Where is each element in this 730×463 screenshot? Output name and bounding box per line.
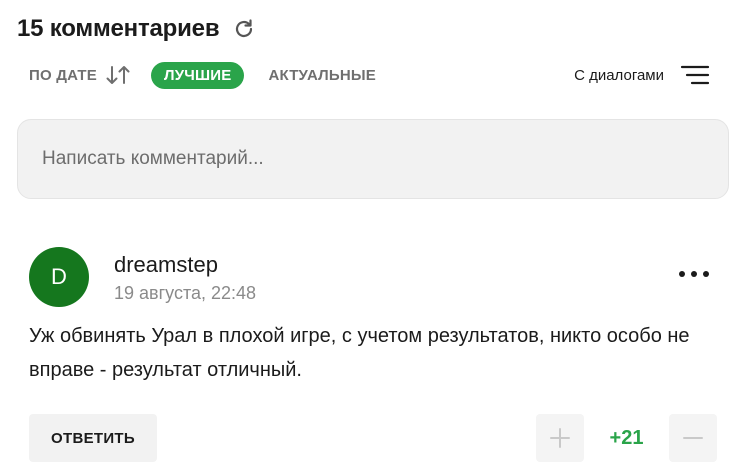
avatar[interactable]: D xyxy=(29,247,89,307)
sort-arrows-icon[interactable] xyxy=(105,64,131,86)
upvote-button[interactable] xyxy=(536,414,584,462)
sort-actual-tab[interactable]: АКТУАЛЬНЫЕ xyxy=(268,67,376,84)
plus-icon xyxy=(550,428,570,448)
more-dots-icon[interactable] xyxy=(679,267,709,281)
dialogs-filter[interactable]: С диалогами xyxy=(574,60,710,90)
dialogs-label[interactable]: С диалогами xyxy=(574,67,664,84)
downvote-button[interactable] xyxy=(669,414,717,462)
comments-title: 15 комментариев xyxy=(17,15,220,42)
sort-by-date[interactable]: ПО ДАТЕ xyxy=(29,67,97,84)
minus-icon xyxy=(683,437,703,439)
comment-author[interactable]: dreamstep xyxy=(114,252,218,278)
vote-score: +21 xyxy=(609,426,644,449)
comments-header: 15 комментариев xyxy=(17,12,257,46)
sort-bar: ПО ДАТЕ ЛУЧШИЕ АКТУАЛЬНЫЕ С диалогами xyxy=(29,60,710,90)
refresh-icon[interactable] xyxy=(231,16,257,42)
comment-date: 19 августа, 22:48 xyxy=(114,283,257,303)
comment-input-placeholder: Написать комментарий... xyxy=(42,148,264,169)
reply-button[interactable]: ОТВЕТИТЬ xyxy=(29,414,157,462)
sort-best-tab[interactable]: ЛУЧШИЕ xyxy=(150,61,245,89)
comment-input[interactable]: Написать комментарий... xyxy=(17,119,729,199)
comment-text: Уж обвинять Урал в плохой игре, с учетом… xyxy=(29,325,690,381)
filter-menu-icon[interactable] xyxy=(680,64,710,86)
